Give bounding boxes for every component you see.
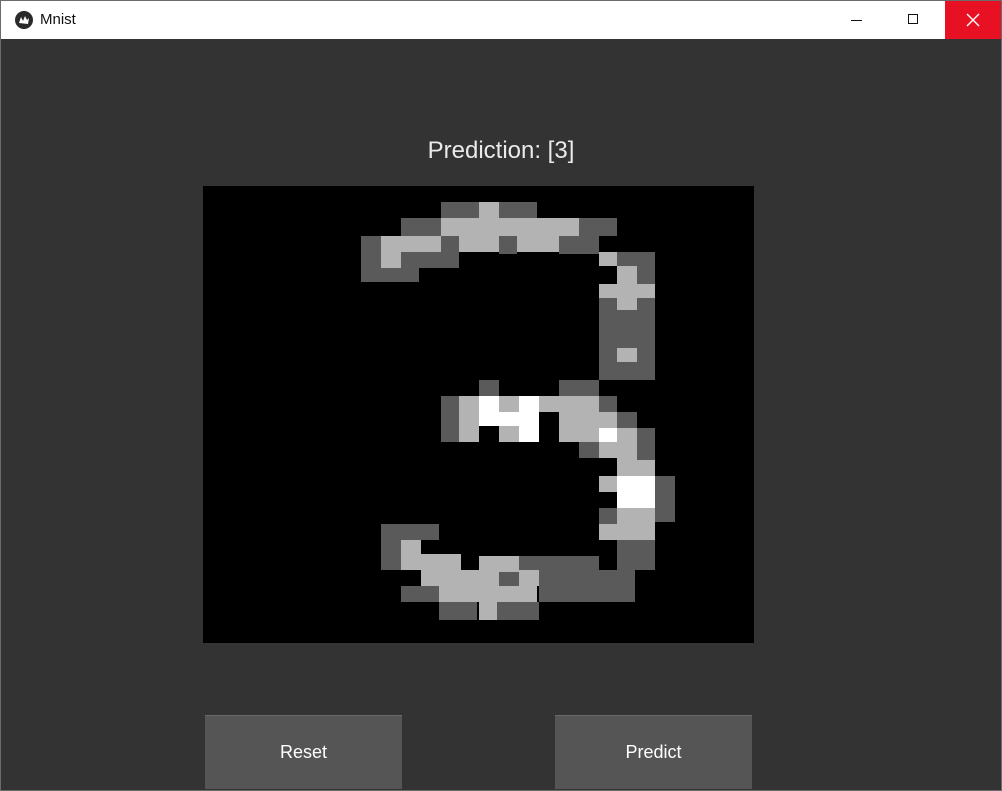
app-window: Mnist Prediction: [3] Reset Predict	[0, 0, 1002, 791]
kivy-logo-icon	[15, 11, 33, 29]
window-title: Mnist	[40, 11, 76, 28]
handwritten-digit	[361, 202, 675, 620]
minimize-icon	[851, 20, 862, 21]
close-button[interactable]	[945, 1, 1001, 39]
minimize-button[interactable]	[833, 1, 879, 39]
close-icon	[966, 13, 980, 27]
maximize-button[interactable]	[890, 1, 936, 39]
reset-button[interactable]: Reset	[205, 715, 402, 789]
predict-button[interactable]: Predict	[555, 715, 752, 789]
title-bar: Mnist	[1, 1, 1001, 39]
drawing-canvas[interactable]	[203, 186, 754, 643]
prediction-label: Prediction: [3]	[427, 137, 575, 164]
maximize-icon	[908, 14, 918, 24]
